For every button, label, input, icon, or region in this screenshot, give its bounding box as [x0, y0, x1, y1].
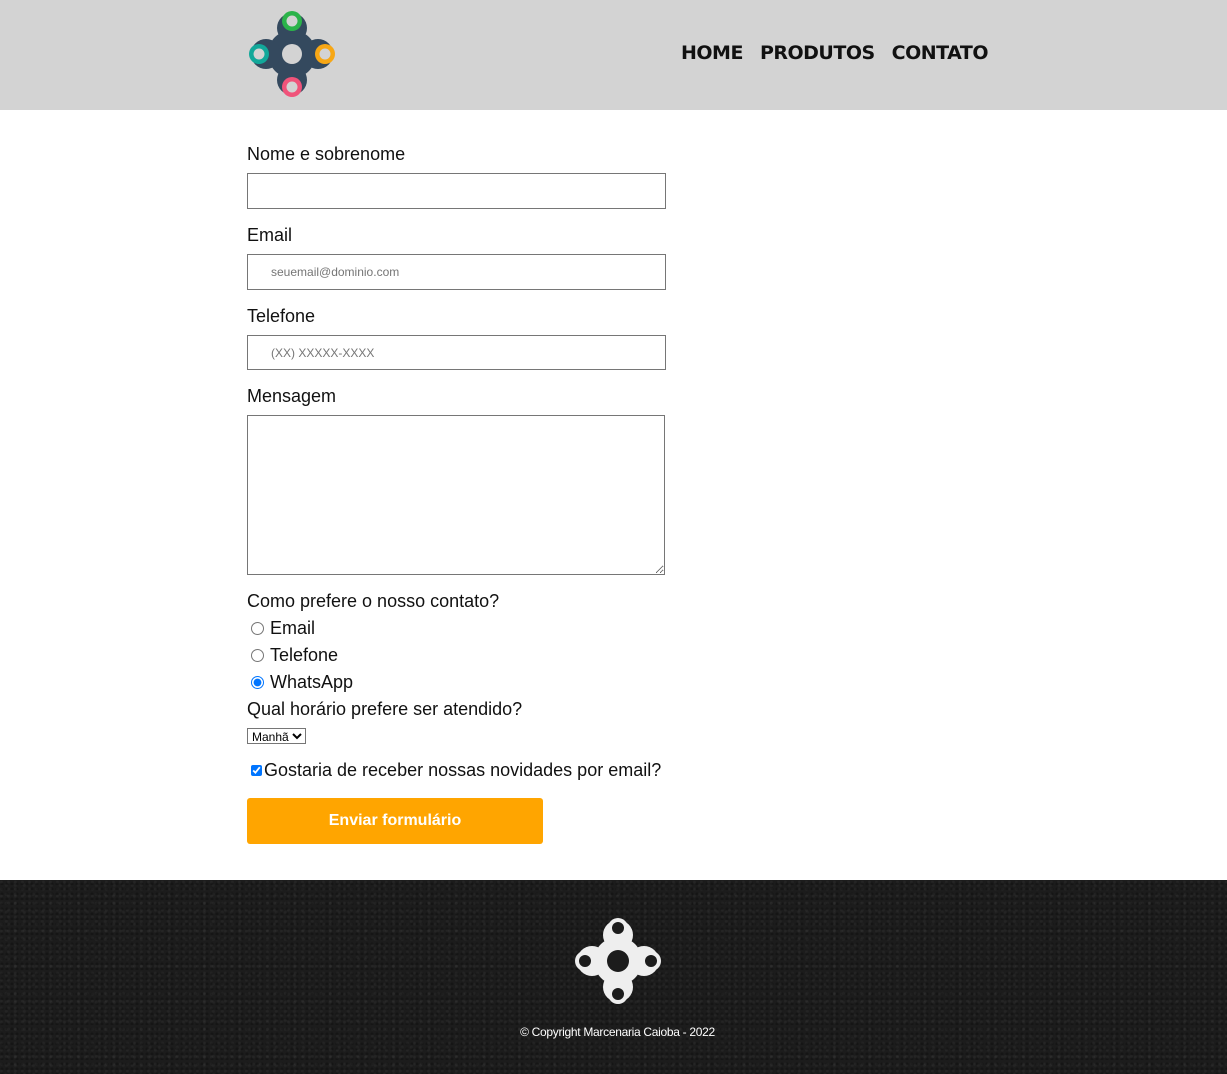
name-label: Nome e sobrenome — [247, 144, 406, 164]
name-input[interactable] — [247, 173, 666, 209]
main-nav: HOME PRODUTOS CONTATO — [681, 42, 989, 64]
radio-email[interactable] — [251, 621, 264, 635]
message-label: Mensagem — [247, 386, 337, 406]
submit-button[interactable]: Enviar formulário — [247, 798, 543, 844]
site-footer: © Copyright Marcenaria Caioba - 2022 — [0, 880, 1227, 1074]
nav-home-link[interactable]: HOME — [681, 42, 743, 64]
newsletter-checkbox[interactable] — [251, 765, 262, 776]
copyright-text: © Copyright Marcenaria Caioba - 2022 — [520, 1025, 715, 1039]
footer-logo — [575, 918, 661, 1004]
contact-preference-question: Como prefere o nosso contato? — [247, 591, 500, 611]
radio-telefone[interactable] — [251, 648, 264, 662]
radio-whatsapp[interactable] — [251, 675, 264, 689]
email-input[interactable] — [247, 254, 666, 290]
contact-option-label: Telefone — [270, 644, 339, 665]
contact-option-email[interactable]: Email — [251, 616, 315, 640]
newsletter-option[interactable]: Gostaria de receber nossas novidades por… — [251, 760, 661, 781]
site-header: HOME PRODUTOS CONTATO — [0, 0, 1227, 110]
phone-input[interactable] — [247, 335, 666, 370]
email-label: Email — [247, 225, 293, 245]
newsletter-label: Gostaria de receber nossas novidades por… — [264, 760, 662, 780]
nav-produtos-link[interactable]: PRODUTOS — [760, 42, 875, 64]
contact-option-whatsapp[interactable]: WhatsApp — [251, 670, 353, 694]
message-textarea[interactable] — [247, 415, 665, 575]
contact-option-label: Email — [270, 617, 316, 638]
phone-label: Telefone — [247, 306, 316, 326]
contact-option-telefone[interactable]: Telefone — [251, 643, 338, 667]
time-select[interactable]: Manhã — [247, 728, 306, 744]
contact-option-label: WhatsApp — [270, 671, 354, 692]
time-preference-question: Qual horário prefere ser atendido? — [247, 699, 523, 719]
nav-contato-link[interactable]: CONTATO — [892, 42, 989, 64]
marcenaria-logo[interactable] — [246, 8, 338, 100]
